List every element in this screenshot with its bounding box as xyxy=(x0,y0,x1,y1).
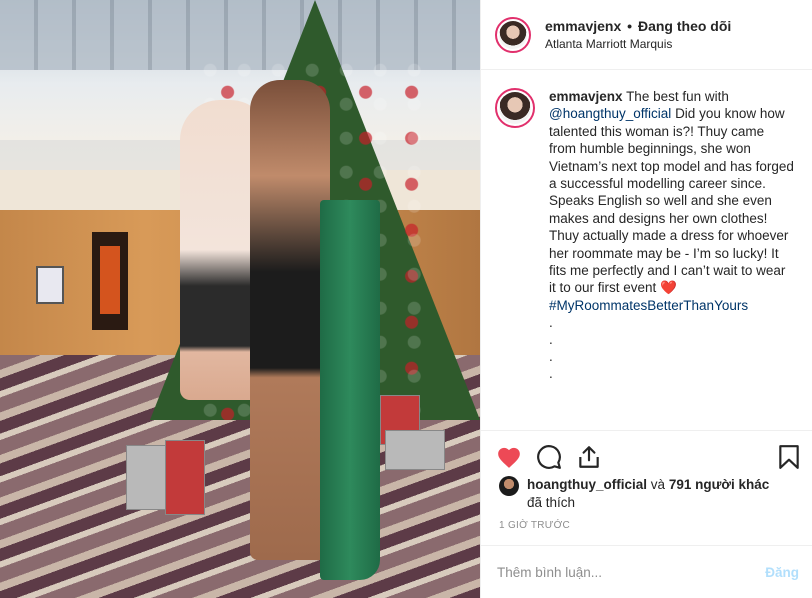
author-username[interactable]: emmavjenx xyxy=(545,18,621,34)
liker-avatar[interactable] xyxy=(499,476,519,496)
hashtag-link[interactable]: #MyRoommatesBetterThanYours xyxy=(549,298,748,313)
likes-count-link[interactable]: 791 người khác xyxy=(669,477,769,492)
avatar-image xyxy=(499,92,531,124)
post-comment-button[interactable]: Đăng xyxy=(765,565,799,580)
caption-dots: . . . . xyxy=(549,314,794,382)
caption-dot: . xyxy=(549,349,553,365)
photo-green-sash xyxy=(320,200,380,580)
comment-button[interactable] xyxy=(535,443,563,471)
likes-conjunction: và xyxy=(650,477,666,492)
share-icon xyxy=(579,446,599,468)
bookmark-button[interactable] xyxy=(775,443,803,471)
location-link[interactable]: Atlanta Marriott Marquis xyxy=(545,37,731,51)
caption-avatar[interactable] xyxy=(495,88,535,128)
follow-status-button[interactable]: Đang theo dõi xyxy=(638,18,731,34)
photo-gift xyxy=(385,430,445,470)
caption-dot: . xyxy=(549,332,553,348)
header-meta: emmavjenx • Đang theo dõi Atlanta Marrio… xyxy=(545,18,731,51)
comment-icon xyxy=(537,445,561,469)
heart-filled-icon xyxy=(498,447,520,468)
share-button[interactable] xyxy=(575,443,603,471)
red-heart-emoji: ❤️ xyxy=(660,280,677,296)
caption-mention-link[interactable]: @hoangthuy_official xyxy=(549,106,671,121)
comment-form: Đăng xyxy=(481,545,812,598)
bookmark-icon xyxy=(779,445,799,469)
caption-text: emmavjenx The best fun with @hoangthuy_o… xyxy=(549,88,794,382)
caption-username[interactable]: emmavjenx xyxy=(549,89,623,104)
liker-username[interactable]: hoangthuy_official xyxy=(527,477,647,492)
like-button[interactable] xyxy=(495,443,523,471)
post-photo[interactable] xyxy=(0,0,480,598)
caption-block: emmavjenx The best fun with @hoangthuy_o… xyxy=(495,88,798,382)
post-timestamp[interactable]: 1 GIỜ TRƯỚC xyxy=(499,520,570,531)
caption-dot: . xyxy=(549,366,553,382)
avatar-image xyxy=(499,20,527,49)
likes-text: hoangthuy_official và 791 người khác đã … xyxy=(527,476,769,512)
post-side-panel: emmavjenx • Đang theo dõi Atlanta Marrio… xyxy=(480,0,812,598)
header-line: emmavjenx • Đang theo dõi xyxy=(545,18,731,34)
comment-input[interactable] xyxy=(497,564,766,580)
photo-wall-art xyxy=(92,232,128,330)
photo-person-right xyxy=(250,80,330,560)
author-avatar[interactable] xyxy=(495,16,531,53)
caption-dot: . xyxy=(549,315,553,331)
photo-screen xyxy=(36,266,64,304)
likes-summary: hoangthuy_official và 791 người khác đã … xyxy=(499,476,799,512)
caption-intro: The best fun with xyxy=(626,89,729,104)
caption-body: Did you know how talented this woman is?… xyxy=(549,106,794,296)
photo-gift xyxy=(165,440,205,515)
post-header: emmavjenx • Đang theo dõi Atlanta Marrio… xyxy=(481,0,812,70)
actions-bar xyxy=(481,430,812,480)
header-separator: • xyxy=(627,18,633,34)
likes-suffix: đã thích xyxy=(527,495,576,510)
